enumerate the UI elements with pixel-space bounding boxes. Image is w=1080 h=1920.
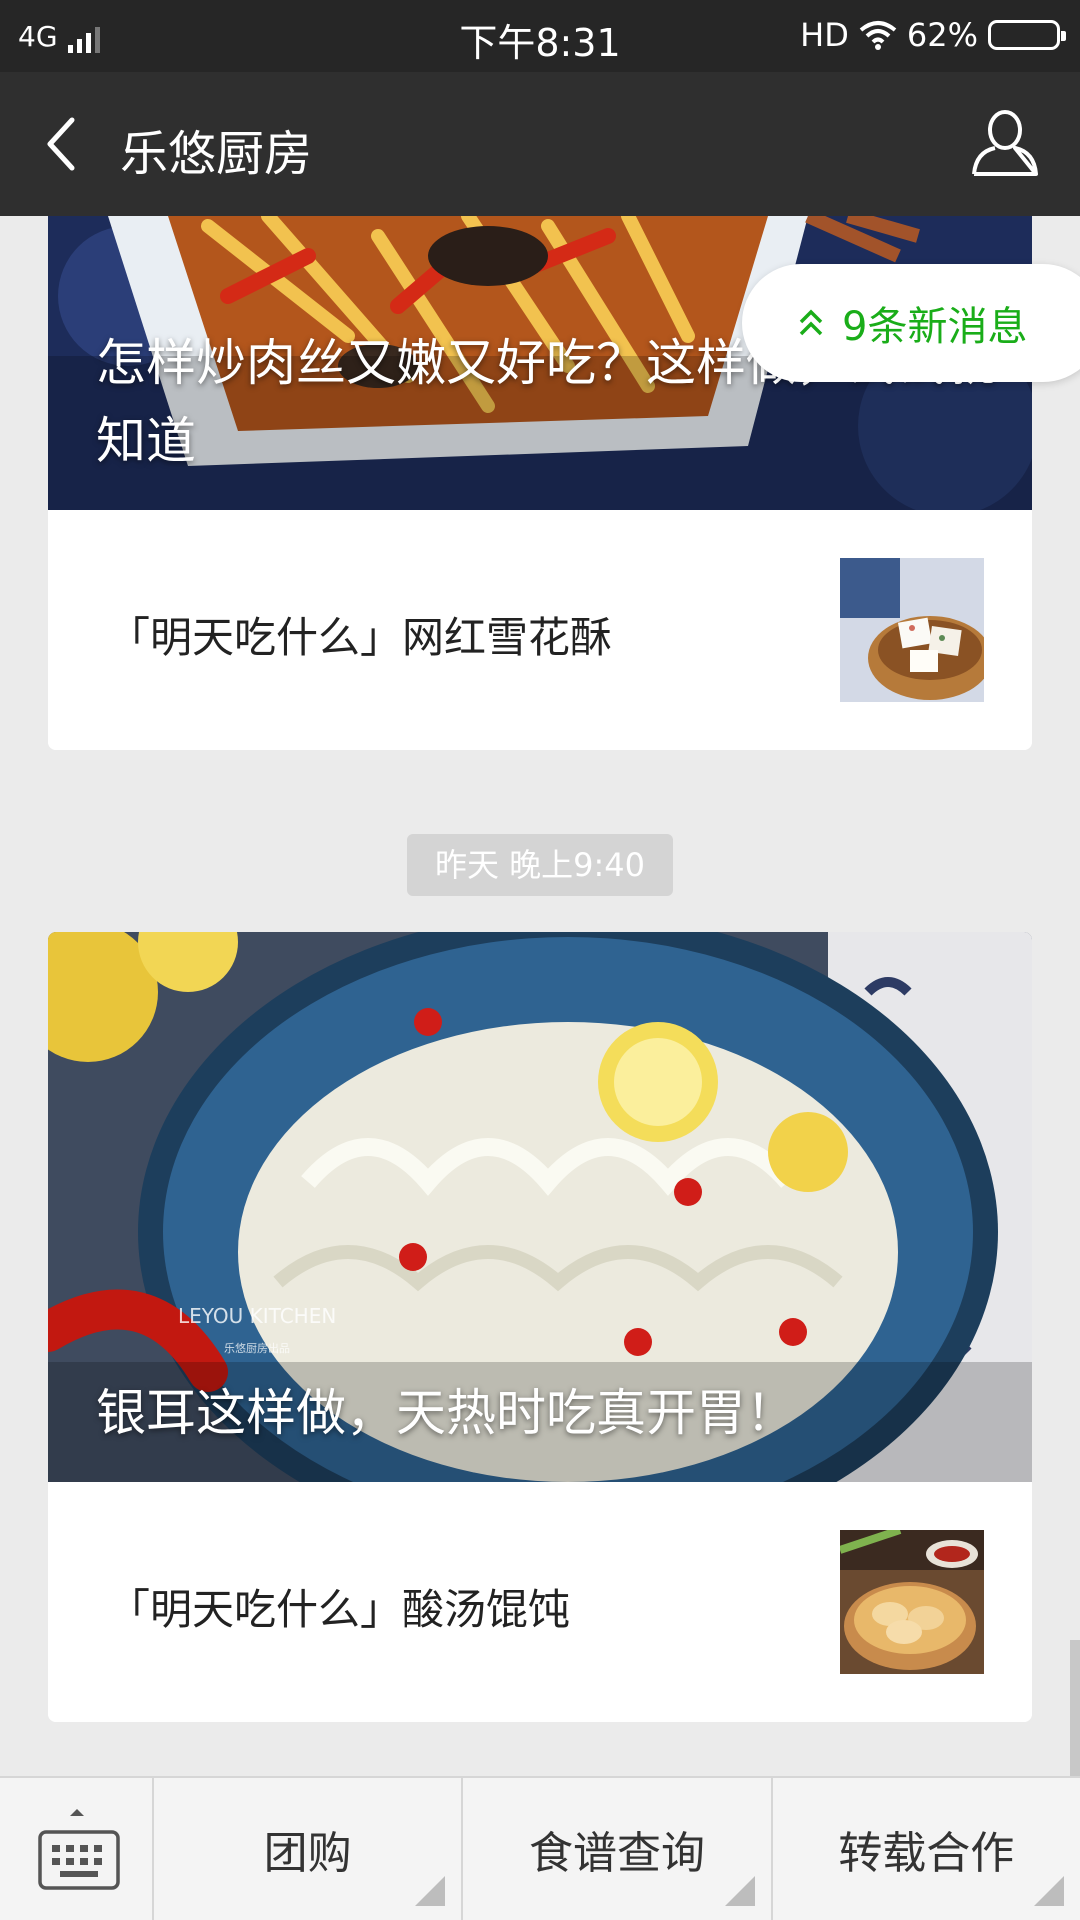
keyboard-icon [38,1809,120,1890]
person-icon [972,110,1038,176]
submenu-indicator-icon [724,1876,755,1906]
submenu-indicator-icon [1033,1876,1064,1906]
article-sub-item[interactable]: 「明天吃什么」酸汤馄饨 [48,1482,1032,1722]
article-card: LEYOU KITCHEN 乐悠厨房出品 银耳这样做，天热时吃真开胃！ 「明天吃… [48,932,1032,1722]
article-sub-title: 「明天吃什么」网红雪花酥 [108,613,613,662]
battery-icon [988,20,1066,50]
message-timestamp: 昨天 晚上9:40 [407,834,673,896]
article-thumbnail [840,1530,984,1674]
menu-item-recipe-search[interactable]: 食谱查询 [463,1778,773,1920]
battery-percent: 62% [906,16,978,54]
menu-item-cooperation[interactable]: 转载合作 [773,1778,1080,1920]
new-messages-label: 9条新消息 [842,304,1028,350]
keyboard-toggle-button[interactable] [0,1778,154,1920]
chevron-left-icon [47,117,75,171]
menu-item-label: 团购 [263,1828,352,1879]
status-icons: HD 62% [800,16,1066,54]
watermark-text: LEYOU KITCHEN [178,1304,337,1328]
article-cover[interactable]: LEYOU KITCHEN 乐悠厨房出品 银耳这样做，天热时吃真开胃！ [48,932,1032,1482]
double-chevron-up-icon [799,309,823,336]
title-bar: 乐悠厨房 [0,72,1080,216]
profile-button[interactable] [970,108,1040,180]
menu-item-label: 转载合作 [838,1828,1015,1879]
screen: 4G 下午8:31 HD 62% 乐悠厨房 怎样炒肉丝又嫩又好吃？这样做，试试就… [0,0,1080,1920]
status-bar: 4G 下午8:31 HD 62% [0,0,1080,72]
new-messages-badge[interactable]: 9条新消息 [742,264,1080,382]
article-sub-item[interactable]: 「明天吃什么」网红雪花酥 [48,510,1032,750]
menu-item-group-buy[interactable]: 团购 [154,1778,464,1920]
menu-item-label: 食谱查询 [528,1828,705,1879]
article-cover-title: 银耳这样做，天热时吃真开胃！ [96,1384,796,1442]
scrollbar[interactable] [1070,1640,1080,1776]
watermark-subtext: 乐悠厨房出品 [224,1342,290,1355]
wifi-icon [859,20,897,50]
submenu-indicator-icon [415,1876,446,1906]
back-button[interactable] [30,112,90,176]
article-sub-title: 「明天吃什么」酸汤馄饨 [108,1585,571,1634]
page-title: 乐悠厨房 [120,126,313,182]
hd-badge: HD [800,16,849,54]
article-thumbnail [840,558,984,702]
message-list[interactable]: 怎样炒肉丝又嫩又好吃？这样做，试试就知道 「明天吃什么」网红雪花酥 9条新消息 … [0,216,1080,1776]
bottom-menu: 团购 食谱查询 转载合作 [0,1776,1080,1920]
